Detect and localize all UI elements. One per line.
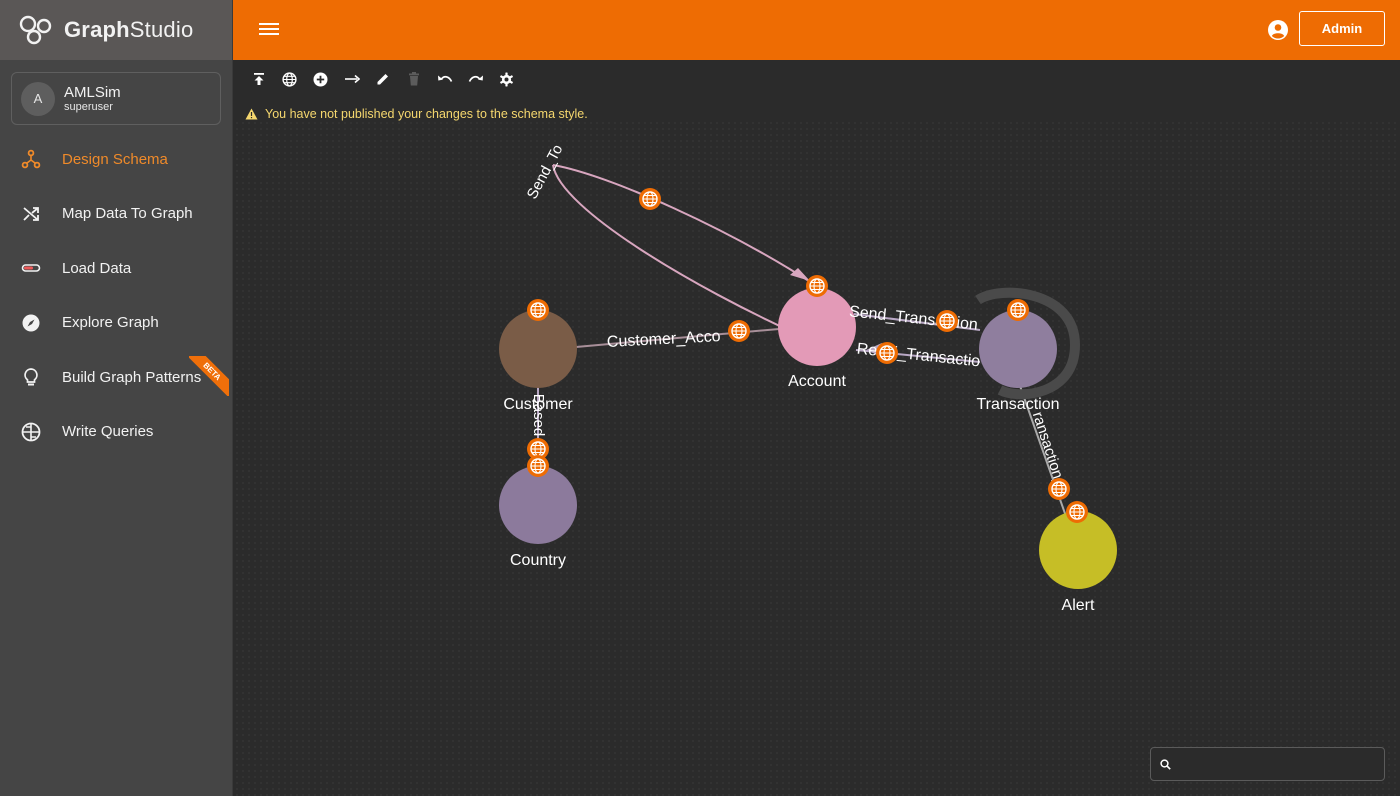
vertex-label-customer: Customer xyxy=(503,396,573,413)
edit-icon[interactable] xyxy=(367,68,398,90)
nav-label: Map Data To Graph xyxy=(62,205,193,223)
user-name: AMLSim xyxy=(64,83,121,101)
nav-item-write-queries[interactable]: Write Queries xyxy=(0,405,233,460)
vertex-label-alert: Alert xyxy=(1062,597,1095,614)
add-vertex-icon[interactable] xyxy=(305,68,336,90)
nav-label: Load Data xyxy=(62,259,132,277)
user-role: superuser xyxy=(64,100,113,113)
nav-item-build-graph-patterns[interactable]: Build Graph Patterns BETA xyxy=(0,350,233,405)
graph-search[interactable] xyxy=(1150,747,1385,781)
vertex-transaction[interactable] xyxy=(979,310,1057,388)
search-input[interactable] xyxy=(1179,756,1379,772)
warning-text: You have not published your changes to t… xyxy=(265,107,588,121)
globe-grid-icon xyxy=(20,421,42,443)
vertex-label-transaction: Transaction xyxy=(977,396,1060,413)
account-circle-icon[interactable] xyxy=(1267,19,1289,41)
globe-badge-icon[interactable] xyxy=(1047,477,1071,501)
hamburger-menu-icon[interactable] xyxy=(259,20,279,40)
nav-label: Build Graph Patterns xyxy=(62,368,202,386)
schema-toolbar xyxy=(243,68,522,90)
globe-icon[interactable] xyxy=(274,68,305,90)
edge-label-send-to: Send_To xyxy=(524,142,567,202)
sidebar: GraphStudio A AMLSim superuser Design Sc… xyxy=(0,0,233,796)
nav-item-map-data[interactable]: Map Data To Graph xyxy=(0,187,233,242)
vertex-label-country: Country xyxy=(510,552,566,569)
shuffle-icon xyxy=(20,203,42,225)
app-title: GraphStudio xyxy=(64,17,194,42)
vertex-account[interactable] xyxy=(778,288,856,366)
vertex-customer[interactable] xyxy=(499,310,577,388)
globe-badge-icon[interactable] xyxy=(638,187,662,211)
admin-button[interactable]: Admin xyxy=(1299,11,1385,46)
edge-label-recei-transaction: Recei_Transactio xyxy=(856,341,981,371)
globe-badge-icon[interactable] xyxy=(1065,500,1089,524)
vertex-label-account: Account xyxy=(788,373,846,390)
warning-icon xyxy=(245,108,258,120)
graphstudio-logo-icon xyxy=(19,15,52,45)
redo-icon[interactable] xyxy=(460,68,491,90)
globe-badge-icon[interactable] xyxy=(526,454,550,478)
nav-item-load-data[interactable]: Load Data xyxy=(0,241,233,296)
lightbulb-icon xyxy=(20,366,42,388)
schema-canvas[interactable]: Send_To Customer_Acco Send_Transaction R… xyxy=(234,120,1400,796)
globe-badge-icon[interactable] xyxy=(1006,298,1030,322)
globe-badge-icon[interactable] xyxy=(935,309,959,333)
undo-icon[interactable] xyxy=(429,68,460,90)
nav-label: Explore Graph xyxy=(62,314,159,332)
globe-badge-icon[interactable] xyxy=(526,298,550,322)
add-edge-icon[interactable] xyxy=(336,68,367,90)
load-bar-icon xyxy=(20,257,42,279)
nav-item-explore-graph[interactable]: Explore Graph xyxy=(0,296,233,351)
user-card[interactable]: A AMLSim superuser xyxy=(11,72,221,125)
vertex-country[interactable] xyxy=(499,466,577,544)
schema-graph[interactable]: Send_To Customer_Acco Send_Transaction R… xyxy=(234,120,1400,796)
search-icon xyxy=(1160,758,1171,770)
nav-item-design-schema[interactable]: Design Schema xyxy=(0,132,233,187)
schema-icon xyxy=(20,148,42,170)
globe-badge-icon[interactable] xyxy=(805,274,829,298)
unpublished-warning: You have not published your changes to t… xyxy=(245,107,588,121)
edge-label-send-transaction: Send_Transaction xyxy=(848,303,978,333)
globe-badge-icon[interactable] xyxy=(727,319,751,343)
beta-badge: BETA xyxy=(189,356,229,396)
edge-label-customer-account: Customer_Acco xyxy=(606,328,721,351)
app-logo[interactable]: GraphStudio xyxy=(0,0,232,60)
top-bar: Admin xyxy=(233,0,1400,60)
avatar: A xyxy=(21,81,55,116)
edge-send-to[interactable] xyxy=(552,164,813,334)
globe-badge-icon[interactable] xyxy=(875,341,899,365)
publish-icon[interactable] xyxy=(243,68,274,90)
delete-icon[interactable] xyxy=(398,68,429,90)
nav-label: Write Queries xyxy=(62,423,154,441)
nav-label: Design Schema xyxy=(62,150,168,168)
compass-icon xyxy=(20,312,42,334)
sidebar-nav: Design Schema Map Data To Graph Load Dat… xyxy=(0,132,233,459)
settings-icon[interactable] xyxy=(491,68,522,90)
